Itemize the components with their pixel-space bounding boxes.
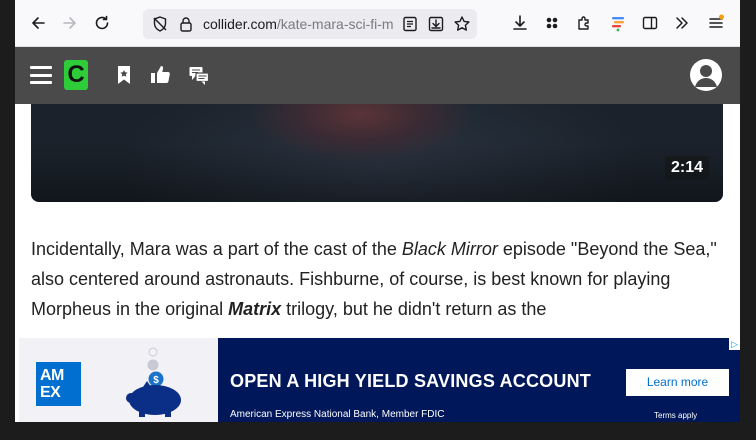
bookmark-icon[interactable] <box>113 64 137 86</box>
ad-subline: American Express National Bank, Member F… <box>230 409 445 420</box>
video-thumbnail <box>31 104 723 202</box>
extension-grid-icon[interactable] <box>541 12 563 34</box>
learn-more-button[interactable]: Learn more <box>626 369 729 396</box>
user-avatar-icon[interactable] <box>690 59 722 91</box>
coin-dollar-symbol: $ <box>153 375 159 386</box>
reader-view-icon[interactable] <box>399 13 421 35</box>
url-host: collider.com <box>203 16 277 32</box>
back-arrow-icon[interactable] <box>27 12 49 34</box>
overflow-chevrons-icon[interactable] <box>671 12 693 34</box>
url-path: /kate-mara-sci-fi-m <box>276 16 393 32</box>
black-mirror-title: Black Mirror <box>401 239 498 259</box>
ad-headline[interactable]: OPEN A HIGH YIELD SAVINGS ACCOUNT <box>230 371 591 392</box>
tracking-protection-icon[interactable] <box>149 13 171 35</box>
piggy-bank-icon: $ <box>126 347 181 417</box>
article-content: 2:14 Incidentally, Mara was a part of th… <box>15 104 740 422</box>
video-player[interactable]: 2:14 <box>31 104 723 202</box>
downloads-icon[interactable] <box>509 12 531 34</box>
address-bar[interactable]: collider.com/kate-mara-sci-fi-m <box>143 9 477 39</box>
save-page-icon[interactable] <box>425 13 447 35</box>
bookmark-star-icon[interactable] <box>451 13 473 35</box>
terms-link[interactable]: Terms apply <box>654 411 697 420</box>
amex-logo-line2: EX <box>40 384 61 401</box>
app-menu-icon[interactable] <box>705 12 727 34</box>
sidebar-icon[interactable] <box>639 12 661 34</box>
site-header: C <box>15 47 740 104</box>
thumbs-up-icon[interactable] <box>149 64 173 86</box>
video-duration: 2:14 <box>664 156 709 180</box>
amex-ad-banner[interactable]: AM EX $ OPEN A HIGH YIELD SAVINGS ACCOUNT… <box>19 338 740 422</box>
browser-window: collider.com/kate-mara-sci-fi-m C 2:14 I… <box>15 0 740 422</box>
reload-icon[interactable] <box>91 12 113 34</box>
amex-logo-line1: AM <box>40 367 64 384</box>
colored-extension-icon[interactable] <box>607 12 629 34</box>
forward-arrow-icon[interactable] <box>59 12 81 34</box>
url-text[interactable]: collider.com/kate-mara-sci-fi-m <box>203 16 393 32</box>
comments-icon[interactable] <box>188 64 212 86</box>
hamburger-menu-icon[interactable] <box>30 66 52 84</box>
browser-toolbar: collider.com/kate-mara-sci-fi-m <box>15 0 740 47</box>
collider-logo[interactable]: C <box>64 60 88 90</box>
amex-logo: AM EX <box>36 362 81 406</box>
ad-choices-icon[interactable]: ▷ <box>729 338 740 350</box>
paragraph-text: Incidentally, Mara was a part of the cas… <box>31 239 402 259</box>
paragraph-text: trilogy, but he didn't return as the <box>281 299 547 319</box>
lock-icon[interactable] <box>175 13 197 35</box>
matrix-link[interactable]: Matrix <box>228 299 281 319</box>
extensions-puzzle-icon[interactable] <box>573 12 595 34</box>
article-paragraph: Incidentally, Mara was a part of the cas… <box>31 234 721 324</box>
ad-left-panel: AM EX $ <box>19 338 218 422</box>
